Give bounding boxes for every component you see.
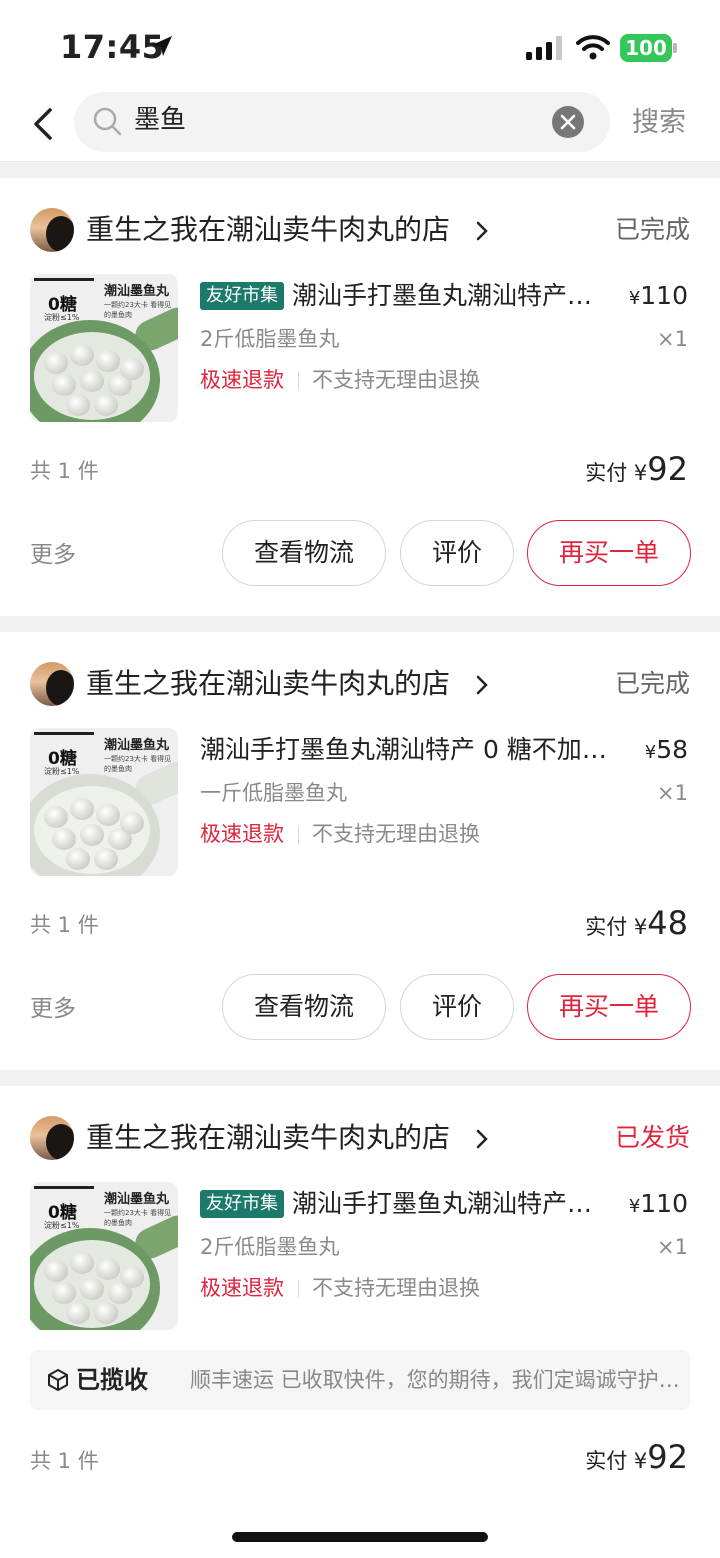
battery-indicator: 100 xyxy=(620,34,672,62)
shop-avatar xyxy=(30,662,74,706)
package-icon xyxy=(48,1369,68,1391)
logistics-text: 顺丰速运 已收取快件，您的期待，我们定竭诚守护，快件会尽快送达 xyxy=(190,1368,680,1392)
logistics-update[interactable]: 已揽收 顺丰速运 已收取快件，您的期待，我们定竭诚守护，快件会尽快送达 xyxy=(30,1350,690,1410)
paid-amount: 实付 ¥92 xyxy=(585,450,688,488)
divider xyxy=(298,826,299,844)
return-policy-label: 不支持无理由退换 xyxy=(312,1276,480,1300)
product-quantity: ×1 xyxy=(657,327,688,351)
product-spec: 2斤低脂墨鱼丸 xyxy=(200,327,340,351)
paid-amount: 实付 ¥48 xyxy=(585,904,688,942)
review-button[interactable]: 评价 xyxy=(400,520,514,586)
cellular-signal-icon xyxy=(526,36,562,60)
more-link[interactable]: 更多 xyxy=(30,540,76,570)
product-image[interactable]: 0糖 淀粉≤1% 潮汕墨鱼丸 一颗约23大卡 看得见的墨鱼肉 xyxy=(30,1182,178,1330)
chevron-right-icon xyxy=(476,221,488,241)
back-arrow-icon[interactable] xyxy=(28,104,60,144)
product-price: ¥110 xyxy=(628,281,688,310)
friendly-market-badge: 友好市集 xyxy=(200,282,284,310)
item-count: 共 1 件 xyxy=(30,459,99,483)
shop-name[interactable]: 重生之我在潮汕卖牛肉丸的店 xyxy=(86,662,450,706)
product-title[interactable]: 潮汕手打墨鱼丸潮汕特产0糖不加淀粉 xyxy=(292,1184,602,1224)
product-image[interactable]: 0糖 淀粉≤1% 潮汕墨鱼丸 一颗约23大卡 看得见的墨鱼肉 xyxy=(30,274,178,422)
order-status: 已完成 xyxy=(614,215,690,244)
item-count: 共 1 件 xyxy=(30,1449,99,1473)
product-price: ¥58 xyxy=(644,735,688,764)
return-policy-label: 不支持无理由退换 xyxy=(312,368,480,392)
product-price: ¥110 xyxy=(628,1189,688,1218)
product-title[interactable]: 潮汕手打墨鱼丸潮汕特产 0 糖不加淀粉 xyxy=(200,730,608,770)
clear-icon[interactable] xyxy=(552,106,584,138)
status-bar: 17:45 100 xyxy=(0,0,720,92)
battery-cap xyxy=(673,43,677,53)
search-query: 墨鱼 xyxy=(134,105,187,135)
divider xyxy=(298,1280,299,1298)
shop-name[interactable]: 重生之我在潮汕卖牛肉丸的店 xyxy=(86,1116,450,1160)
order-card[interactable]: 重生之我在潮汕卖牛肉丸的店 已完成 0糖 淀粉≤1% 潮汕墨鱼丸 一颗约23大卡… xyxy=(0,178,720,616)
product-quantity: ×1 xyxy=(657,1235,688,1259)
review-button[interactable]: 评价 xyxy=(400,974,514,1040)
order-status: 已完成 xyxy=(614,669,690,698)
fast-refund-label: 极速退款 xyxy=(200,368,284,392)
wifi-icon xyxy=(576,35,610,60)
item-count: 共 1 件 xyxy=(30,913,99,937)
product-image[interactable]: 0糖 淀粉≤1% 潮汕墨鱼丸 一颗约23大卡 看得见的墨鱼肉 xyxy=(30,728,178,876)
shop-row[interactable]: 重生之我在潮汕卖牛肉丸的店 已完成 xyxy=(30,662,690,706)
location-arrow-icon xyxy=(152,36,172,56)
product-title[interactable]: 潮汕手打墨鱼丸潮汕特产0糖不加淀粉 xyxy=(292,276,602,316)
product-image-brand: 潮汕墨鱼丸 xyxy=(104,284,170,299)
order-status: 已发货 xyxy=(614,1123,690,1152)
home-indicator xyxy=(232,1532,488,1542)
shop-avatar xyxy=(30,1116,74,1160)
divider xyxy=(298,372,299,390)
shop-row[interactable]: 重生之我在潮汕卖牛肉丸的店 已发货 xyxy=(30,1116,690,1160)
view-logistics-button[interactable]: 查看物流 xyxy=(222,974,386,1040)
logistics-status: 已揽收 xyxy=(76,1366,148,1394)
status-time: 17:45 xyxy=(60,28,165,66)
chevron-right-icon xyxy=(476,675,488,695)
view-logistics-button[interactable]: 查看物流 xyxy=(222,520,386,586)
product-spec: 2斤低脂墨鱼丸 xyxy=(200,1235,340,1259)
fast-refund-label: 极速退款 xyxy=(200,1276,284,1300)
shop-name[interactable]: 重生之我在潮汕卖牛肉丸的店 xyxy=(86,208,450,252)
shop-row[interactable]: 重生之我在潮汕卖牛肉丸的店 已完成 xyxy=(30,208,690,252)
order-card[interactable]: 重生之我在潮汕卖牛肉丸的店 已发货 0糖 淀粉≤1% 潮汕墨鱼丸 一颗约23大卡… xyxy=(0,1086,720,1558)
rebuy-button[interactable]: 再买一单 xyxy=(527,974,691,1040)
paid-amount: 实付 ¥92 xyxy=(585,1438,688,1476)
order-card[interactable]: 重生之我在潮汕卖牛肉丸的店 已完成 0糖 淀粉≤1% 潮汕墨鱼丸 一颗约23大卡… xyxy=(0,632,720,1070)
product-spec: 一斤低脂墨鱼丸 xyxy=(200,781,347,805)
search-button[interactable]: 搜索 xyxy=(632,100,686,139)
product-image-brand: 潮汕墨鱼丸 xyxy=(104,1192,170,1207)
more-link[interactable]: 更多 xyxy=(30,994,76,1024)
product-image-brand: 潮汕墨鱼丸 xyxy=(104,738,170,753)
shop-avatar xyxy=(30,208,74,252)
fast-refund-label: 极速退款 xyxy=(200,822,284,846)
friendly-market-badge: 友好市集 xyxy=(200,1190,284,1218)
rebuy-button[interactable]: 再买一单 xyxy=(527,520,691,586)
product-quantity: ×1 xyxy=(657,781,688,805)
return-policy-label: 不支持无理由退换 xyxy=(312,822,480,846)
search-icon xyxy=(93,107,122,136)
search-input[interactable]: 墨鱼 xyxy=(74,92,610,152)
search-header: 墨鱼 搜索 xyxy=(0,92,720,162)
chevron-right-icon xyxy=(476,1129,488,1149)
